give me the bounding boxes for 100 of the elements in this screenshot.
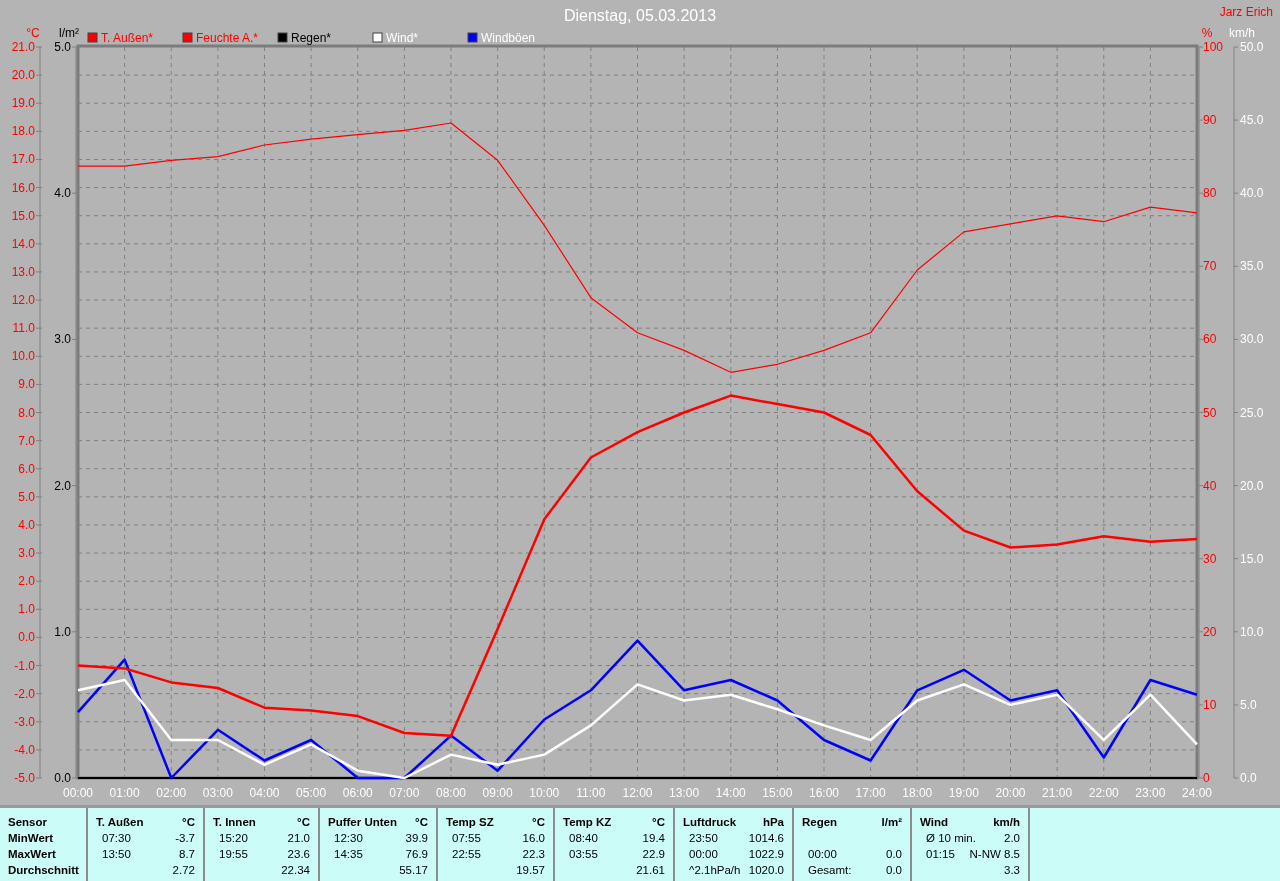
time-cell-text: 03:55: [568, 847, 598, 862]
value-cell-text: 1020.0: [748, 863, 784, 878]
axis-tick-label: 10.0: [11, 349, 35, 364]
unit-label: °C: [182, 815, 195, 830]
axis-tick-label: 11.0: [12, 321, 35, 336]
x-tick-label: 20:00: [995, 786, 1026, 800]
axis-tick-label: 10.0: [1240, 624, 1264, 639]
axis-tick-label: 15.0: [11, 208, 35, 223]
x-tick-label: 11:00: [576, 786, 606, 800]
value-cell-text: 21.61: [636, 863, 665, 878]
value-cell-text: 23.6: [287, 847, 310, 862]
value-cell-text: N-NW 8.5: [969, 847, 1020, 862]
axis-tick-label: 100: [1203, 40, 1224, 54]
column-header: Regen: [802, 815, 838, 830]
axis-tick-label: 14.0: [11, 236, 35, 251]
time-cell-text: 22:55: [451, 847, 481, 862]
time-cell-text: 07:55: [451, 831, 481, 846]
value-cell-text: 39.9: [405, 831, 428, 846]
value-cell-text: 22.3: [522, 847, 545, 862]
axis-tick-label: 2.0: [54, 478, 71, 493]
axis-tick-label: 20.0: [1240, 478, 1264, 493]
axis-tick-label: 20.0: [11, 68, 35, 83]
value-cell-text: 21.0: [287, 831, 310, 846]
axis-tick-label: 0.0: [18, 630, 35, 645]
column-header: Temp SZ: [446, 815, 494, 830]
value-cell-text: 55.17: [399, 863, 428, 878]
axis-tick-label: 30: [1203, 551, 1217, 566]
axis-tick-label: 40: [1203, 478, 1217, 493]
value-cell-text: 19.57: [516, 863, 545, 878]
time-cell-text: 19:55: [218, 847, 248, 862]
value-cell-text: 1022.9: [748, 847, 784, 862]
axis-tick-label: 16.0: [11, 180, 35, 195]
axis-tick-label: 1.0: [54, 624, 71, 639]
axis-tick-label: 2.0: [18, 574, 35, 589]
axis-tick-label: 90: [1203, 113, 1217, 128]
column-header: T. Außen: [96, 815, 144, 830]
value-cell-text: 2.72: [172, 863, 195, 878]
row-label: MaxWert: [8, 847, 56, 862]
x-tick-label: 02:00: [156, 786, 187, 800]
value-cell-text: 16.0: [522, 831, 545, 846]
value-cell-text: 8.7: [179, 847, 195, 862]
row-label: Durchschnitt: [8, 863, 79, 878]
axis-tick-label: 50.0: [1240, 40, 1264, 54]
time-cell-text: Ø 10 min.: [925, 831, 976, 846]
x-tick-label: 07:00: [389, 786, 420, 800]
axis-tick-label: 80: [1203, 186, 1217, 201]
time-cell-text: 13:50: [101, 847, 131, 862]
axis-tick-label: 10: [1203, 697, 1217, 712]
x-tick-label: 14:00: [715, 786, 746, 800]
row-label: Sensor: [8, 815, 47, 830]
time-cell-text: 12:30: [333, 831, 363, 846]
x-tick-label: 13:00: [669, 786, 700, 800]
unit-label: °C: [297, 815, 310, 830]
value-cell-text: 2.0: [1004, 831, 1020, 846]
x-tick-label: 01:00: [109, 786, 140, 800]
x-tick-label: 05:00: [296, 786, 327, 800]
axis-tick-label: 3.0: [18, 546, 35, 561]
legend-label: Feuchte A.*: [196, 31, 259, 45]
value-cell-text: 76.9: [405, 847, 428, 862]
x-tick-label: 03:00: [202, 786, 233, 800]
time-cell-text: 00:00: [807, 847, 837, 862]
axis-tick-label: 0.0: [1240, 771, 1257, 785]
axis-tick-label: 30.0: [1240, 332, 1264, 347]
value-cell-text: 22.34: [281, 863, 310, 878]
value-cell-text: 19.4: [642, 831, 665, 846]
axis-tick-label: -1.0: [14, 658, 35, 673]
time-cell-text: ^2.1hPa/h: [688, 863, 741, 878]
column-header: Luftdruck: [683, 815, 737, 830]
axis-tick-label: 5.0: [18, 489, 35, 504]
x-tick-label: 21:00: [1042, 786, 1073, 800]
axis-unit: °C: [26, 26, 40, 40]
time-cell-text: 07:30: [101, 831, 131, 846]
x-tick-label: 24:00: [1182, 786, 1212, 800]
column-header: T. Innen: [213, 815, 256, 830]
axis-tick-label: 5.0: [1240, 697, 1257, 712]
x-tick-label: 22:00: [1088, 786, 1119, 800]
axis-tick-label: 4.0: [18, 517, 35, 532]
axis-tick-label: 50: [1203, 405, 1217, 420]
unit-label: °C: [415, 815, 428, 830]
axis-unit: l/m²: [59, 26, 79, 40]
axis-tick-label: 35.0: [1240, 259, 1264, 274]
unit-label: km/h: [993, 815, 1020, 830]
axis-tick-label: 20: [1203, 624, 1217, 639]
time-cell-text: 00:00: [688, 847, 718, 862]
value-cell-text: 22.9: [642, 847, 665, 862]
row-label: MinWert: [8, 831, 54, 846]
x-tick-label: 12:00: [622, 786, 653, 800]
legend-label: Windböen: [481, 31, 536, 45]
axis-tick-label: 8.0: [18, 405, 35, 420]
axis-tick-label: 25.0: [1240, 405, 1264, 420]
unit-label: l/m²: [881, 815, 902, 830]
x-tick-label: 16:00: [809, 786, 839, 800]
value-cell-text: 0.0: [886, 847, 902, 862]
x-tick-label: 15:00: [762, 786, 793, 800]
x-tick-label: 19:00: [948, 786, 979, 800]
value-cell-text: -3.7: [175, 831, 195, 846]
value-cell-text: 1014.6: [748, 831, 784, 846]
unit-label: °C: [532, 815, 545, 830]
axis-tick-label: 1.0: [18, 602, 35, 617]
axis-tick-label: -3.0: [14, 714, 35, 729]
